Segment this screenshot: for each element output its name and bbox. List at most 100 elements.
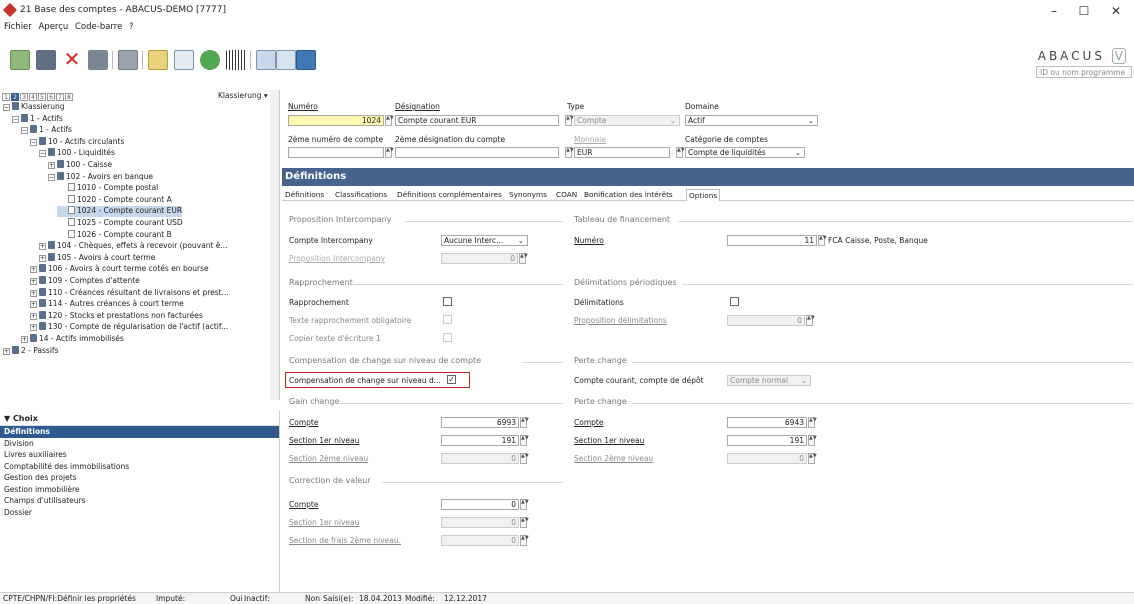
tree-item-selected[interactable]: 1024 - Compte courant EUR [57, 206, 183, 217]
numero-input[interactable]: 1024 [288, 115, 384, 126]
choix-item[interactable]: Division [0, 438, 279, 450]
tab-classifications[interactable]: Classifications [335, 189, 387, 200]
type-spinner[interactable]: ▲▼ [565, 115, 574, 126]
prop-delim-spinner[interactable]: ▲▼ [806, 315, 815, 326]
tree-item[interactable]: +104 - Chèques, effets à recevoir (pouva… [39, 241, 228, 252]
rapprochement-checkbox[interactable] [443, 297, 452, 306]
tree-item[interactable]: − 10 - Actifs circulants [30, 136, 124, 148]
corr-sec1-spinner[interactable]: ▲▼ [520, 517, 529, 528]
tree-item[interactable]: +106 - Avoirs à court terme cotés en bou… [30, 264, 209, 275]
tree-item[interactable]: +120 - Stocks et prestations non facturé… [30, 310, 203, 322]
monnaie-spinner[interactable]: ▲▼ [565, 147, 574, 158]
perte-compte-spinner[interactable]: ▲▼ [808, 417, 817, 428]
texte-rapp-checkbox[interactable] [443, 315, 452, 324]
choix-header[interactable]: ▼ Choix [0, 410, 279, 426]
tree-item[interactable]: − Klassierung [3, 102, 64, 113]
choix-item[interactable]: Champs d'utilisateurs [0, 495, 279, 507]
choix-item[interactable]: Définitions [0, 426, 279, 438]
expand-toggle-icon[interactable]: − [3, 104, 10, 111]
tree-level-button[interactable]: 3 [20, 93, 28, 101]
gain-compte-input[interactable]: 6993 [441, 417, 519, 428]
barcode-icon[interactable] [226, 50, 246, 70]
expand-toggle-icon[interactable]: + [30, 289, 37, 297]
choix-item[interactable]: Dossier [0, 507, 279, 519]
expand-toggle-icon[interactable]: − [30, 138, 37, 146]
expand-toggle-icon[interactable]: + [21, 336, 28, 343]
expand-toggle-icon[interactable]: − [12, 115, 19, 123]
menu-code-barre[interactable]: Code-barre [75, 22, 122, 32]
tree-item[interactable]: +109 - Comptes d'attente [30, 276, 140, 287]
refresh-icon[interactable] [200, 50, 220, 70]
expand-toggle-icon[interactable]: − [21, 127, 28, 135]
tree-item[interactable]: 1026 - Compte courant B [57, 229, 172, 241]
domaine-select[interactable]: Actif ⌄ [685, 115, 818, 126]
tree-item[interactable]: 1010 - Compte postal [57, 183, 158, 194]
tree-item[interactable]: − 1 - Actifs [12, 113, 63, 125]
gain-sec1-input[interactable]: 191 [441, 435, 519, 446]
expand-toggle-icon[interactable]: + [48, 162, 55, 169]
designation-input[interactable]: Compte courant EUR [395, 115, 559, 126]
tree-filter-select[interactable]: Klassierung ▾ [218, 91, 268, 100]
tree-item[interactable]: 1025 - Compte courant USD [57, 218, 183, 229]
corr-frais-spinner[interactable]: ▲▼ [520, 535, 529, 546]
perte-sec2-spinner[interactable]: ▲▼ [808, 453, 817, 464]
new-icon[interactable] [10, 50, 30, 70]
num2-spinner[interactable]: ▲▼ [385, 147, 394, 158]
minimize-button[interactable]: – [1040, 2, 1068, 20]
expand-toggle-icon[interactable]: + [39, 243, 46, 251]
num2-input[interactable] [288, 147, 384, 158]
tree-level-button[interactable]: 7 [56, 93, 64, 101]
print-icon[interactable] [118, 50, 138, 70]
categorie-spinner[interactable]: ▲▼ [676, 147, 685, 158]
tree-level-button[interactable]: 4 [29, 93, 37, 101]
corr-frais-input[interactable]: 0 [441, 535, 519, 546]
proposition-ic-spinner[interactable]: ▲▼ [519, 253, 528, 264]
copier-checkbox[interactable] [443, 333, 452, 342]
tree-level-button[interactable]: 1 [2, 93, 10, 101]
expand-toggle-icon[interactable]: + [30, 266, 37, 274]
close-button[interactable]: ✕ [1102, 2, 1130, 20]
prop-delim-input[interactable]: 0 [727, 315, 805, 326]
monnaie-input[interactable]: EUR [574, 147, 670, 158]
delete-icon[interactable]: ✕ [62, 49, 82, 70]
tree-item[interactable]: +14 - Actifs immobilisés [21, 334, 124, 345]
tab-definitions-complementaires[interactable]: Définitions complémentaires [397, 189, 502, 200]
choix-item[interactable]: Comptabilité des immobilisations [0, 461, 279, 473]
expand-toggle-icon[interactable]: + [3, 347, 10, 355]
type-select[interactable]: Compte ⌄ [574, 115, 680, 126]
perte-compte-input[interactable]: 6943 [727, 417, 807, 428]
perte-sec1-input[interactable]: 191 [727, 435, 807, 446]
tab-synonyms[interactable]: Synonyms [509, 189, 547, 200]
tree-level-button[interactable]: 2 [11, 93, 19, 101]
gain-sec2-spinner[interactable]: ▲▼ [520, 453, 529, 464]
tree-item[interactable]: 1020 - Compte courant A [57, 194, 172, 206]
compte-courant-select[interactable]: Compte normal ⌄ [727, 375, 811, 386]
tree-scrollbar[interactable] [270, 90, 279, 400]
search-icon[interactable] [256, 50, 276, 70]
proposition-ic-input[interactable]: 0 [441, 253, 518, 264]
tree-item[interactable]: +100 - Caisse [48, 160, 112, 171]
program-search-input[interactable]: ID ou nom programme [1036, 66, 1132, 78]
choix-item[interactable]: Gestion des projets [0, 472, 279, 484]
tree-level-button[interactable]: 8 [65, 93, 73, 101]
tree-item[interactable]: +130 - Compte de régularisation de l'act… [30, 322, 228, 333]
tab-bonification[interactable]: Bonification des intérêts [584, 189, 673, 200]
tab-coan[interactable]: COAN [556, 189, 577, 200]
numero-spinner[interactable]: ▲▼ [385, 115, 394, 126]
save-icon[interactable] [36, 50, 56, 70]
maximize-button[interactable]: ☐ [1070, 2, 1098, 20]
tree-item[interactable]: +110 - Créances résultant de livraisons … [30, 287, 229, 299]
window-icon[interactable] [296, 50, 316, 70]
tab-options[interactable]: Options [686, 189, 721, 201]
perte-sec2-input[interactable]: 0 [727, 453, 807, 464]
expand-toggle-icon[interactable]: − [48, 173, 55, 181]
expand-toggle-icon[interactable]: − [39, 150, 46, 158]
tree-item[interactable]: − 100 - Liquidités [39, 148, 115, 159]
expand-toggle-icon[interactable]: + [30, 278, 37, 285]
corr-compte-spinner[interactable]: ▲▼ [520, 499, 529, 510]
tree-level-button[interactable]: 5 [38, 93, 46, 101]
gain-compte-spinner[interactable]: ▲▼ [520, 417, 529, 428]
tree-item[interactable]: +105 - Avoirs à court terme [39, 252, 155, 264]
tree-item[interactable]: +114 - Autres créances à court terme [30, 299, 184, 310]
tree-level-button[interactable]: 6 [47, 93, 55, 101]
